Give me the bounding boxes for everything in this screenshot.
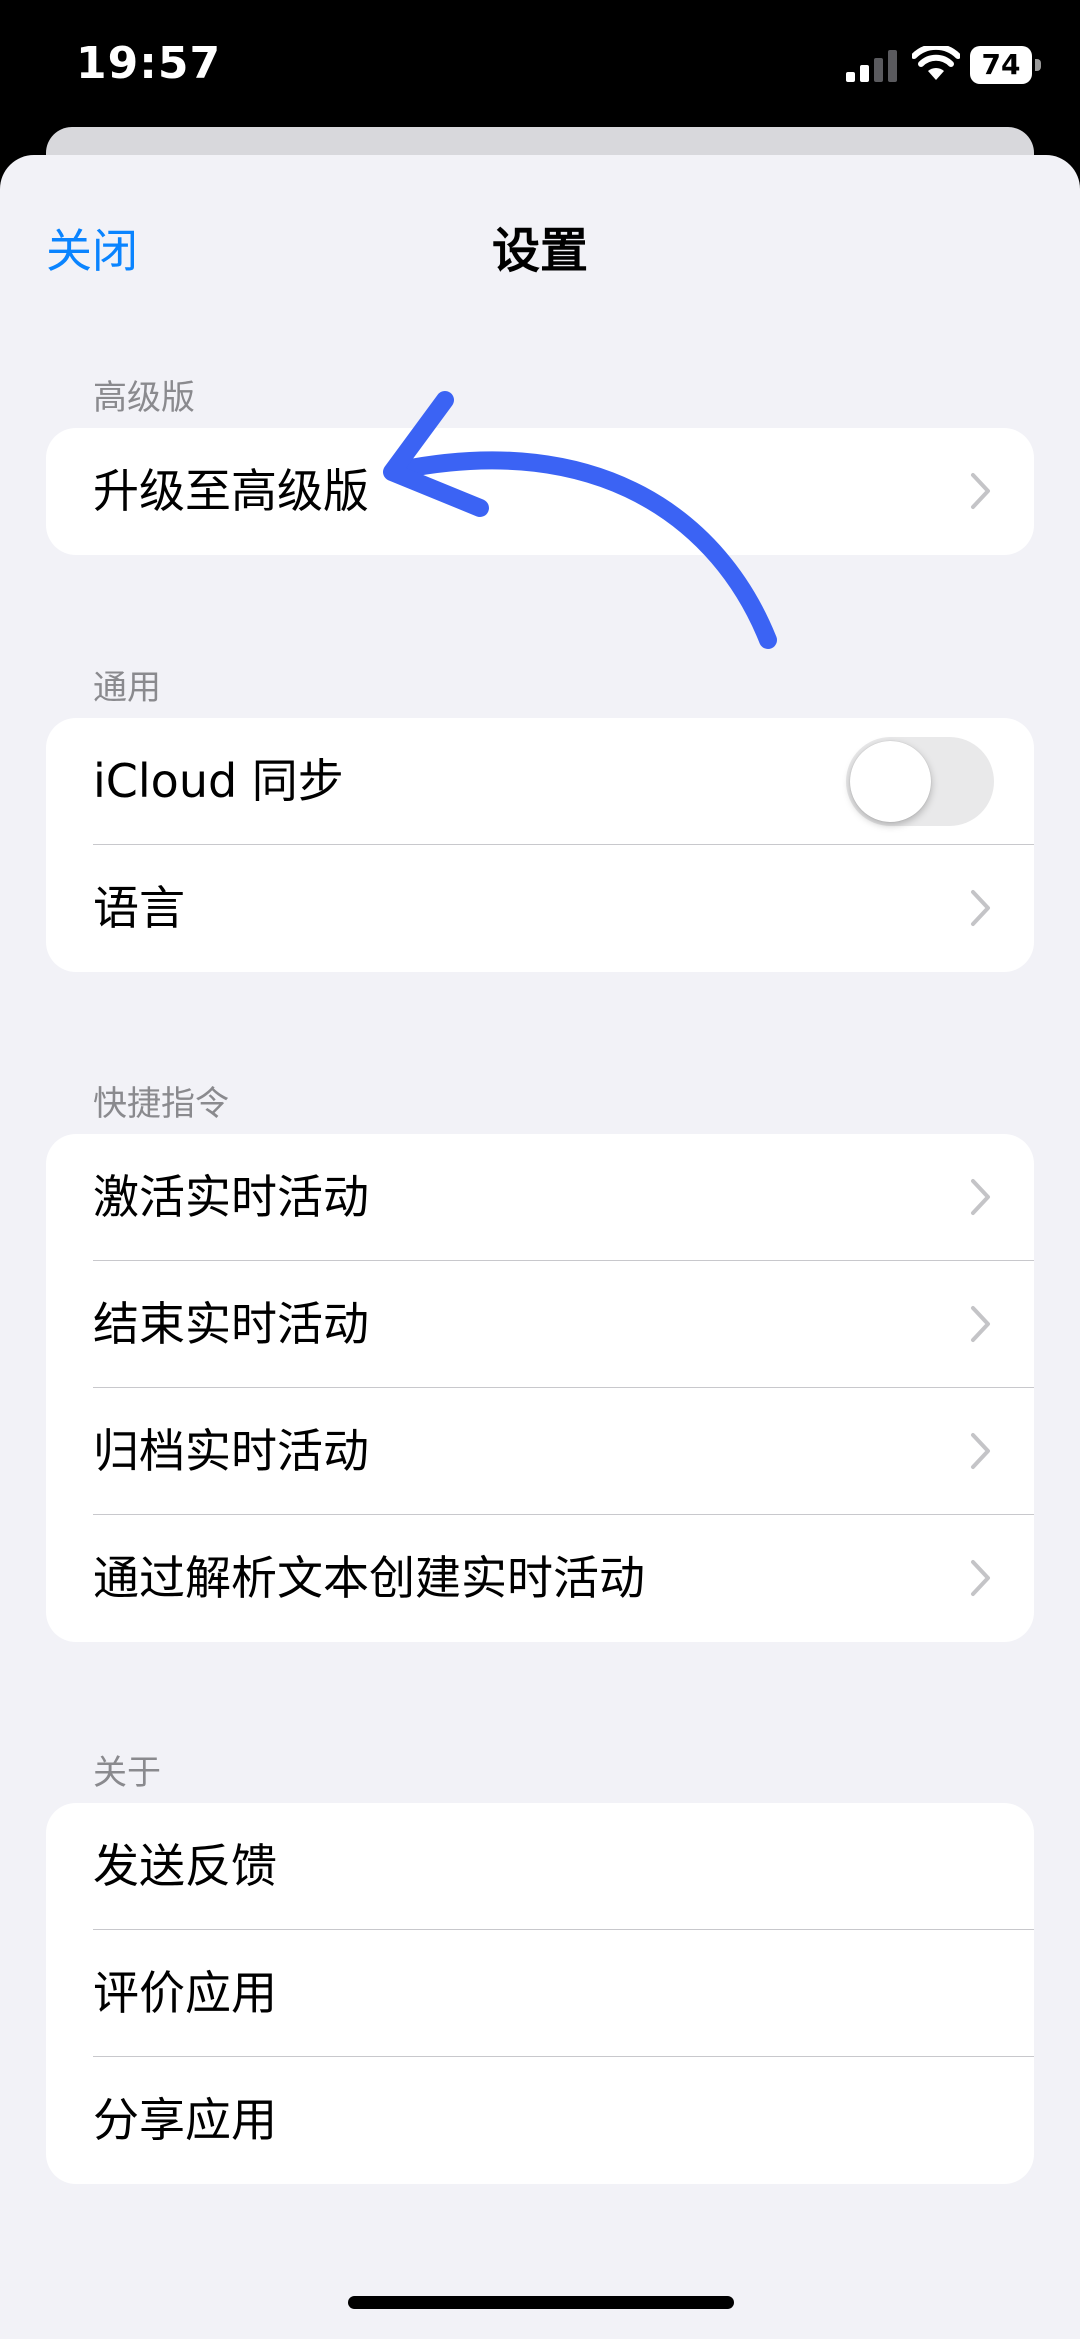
status-time: 19:57	[76, 38, 222, 89]
end-live-activity-row[interactable]: 结束实时活动	[46, 1261, 1034, 1388]
group-general: iCloud 同步 语言	[46, 718, 1034, 972]
row-label: 归档实时活动	[93, 1424, 369, 1478]
send-feedback-row[interactable]: 发送反馈	[46, 1803, 1034, 1930]
row-label: 语言	[93, 881, 185, 935]
page-title: 设置	[491, 223, 588, 279]
close-button[interactable]: 关闭	[46, 215, 138, 281]
signal-icon	[846, 50, 897, 82]
chevron-right-icon	[971, 1179, 990, 1215]
activate-live-activity-row[interactable]: 激活实时活动	[46, 1134, 1034, 1261]
icloud-sync-row: iCloud 同步	[46, 718, 1034, 845]
toggle-knob	[850, 741, 931, 822]
annotation-arrow-icon	[383, 391, 777, 649]
chevron-right-icon	[971, 473, 990, 509]
section-header-premium: 高级版	[93, 378, 195, 418]
section-header-general: 通用	[93, 668, 161, 708]
share-app-row[interactable]: 分享应用	[46, 2057, 1034, 2184]
archive-live-activity-row[interactable]: 归档实时活动	[46, 1388, 1034, 1515]
group-shortcuts: 激活实时活动 结束实时活动 归档实时活动 通过解析文本创建实时活动	[46, 1134, 1034, 1642]
battery-level: 74	[981, 48, 1021, 81]
chevron-right-icon	[971, 1433, 990, 1469]
group-about: 发送反馈 评价应用 分享应用	[46, 1803, 1034, 2184]
home-indicator[interactable]	[348, 2296, 734, 2309]
row-label: 分享应用	[93, 2093, 277, 2147]
section-header-about: 关于	[93, 1753, 161, 1793]
row-label: 结束实时活动	[93, 1297, 369, 1351]
create-live-activity-from-text-row[interactable]: 通过解析文本创建实时活动	[46, 1515, 1034, 1642]
row-label: 激活实时活动	[93, 1170, 369, 1224]
row-label: iCloud 同步	[93, 754, 344, 808]
row-label: 通过解析文本创建实时活动	[93, 1551, 645, 1605]
row-label: 评价应用	[93, 1966, 277, 2020]
row-label: 发送反馈	[93, 1839, 277, 1893]
row-label: 升级至高级版	[93, 464, 369, 518]
chevron-right-icon	[971, 1560, 990, 1596]
icloud-sync-toggle[interactable]	[846, 737, 994, 826]
rate-app-row[interactable]: 评价应用	[46, 1930, 1034, 2057]
chevron-right-icon	[971, 1306, 990, 1342]
status-bar: 19:57 74	[0, 0, 1080, 130]
language-row[interactable]: 语言	[46, 845, 1034, 972]
battery-icon: 74	[970, 46, 1042, 84]
section-header-shortcuts: 快捷指令	[93, 1084, 229, 1124]
wifi-icon	[912, 46, 960, 80]
chevron-right-icon	[971, 890, 990, 926]
